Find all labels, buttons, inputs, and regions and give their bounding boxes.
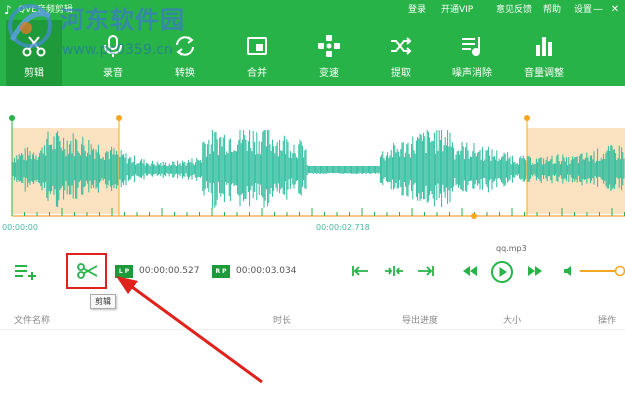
rewind-icon [463,266,477,276]
jump-end-button[interactable] [416,263,436,279]
extract-icon [373,32,429,60]
file-table-header: 文件名称 时长 导出进度 大小 操作 [0,312,625,330]
jump-start-button[interactable] [350,263,370,279]
speaker-icon [564,266,571,276]
tool-noise[interactable]: 噪声消除 [444,20,500,86]
end-point-badge: R P [212,265,230,278]
end-marker[interactable] [524,115,530,121]
vip-link[interactable]: 开通VIP [441,3,473,17]
col-export-progress: 导出进度 [402,316,439,326]
noise-icon [444,32,500,60]
highlight-box [66,253,107,289]
volume-button[interactable] [562,264,576,278]
tool-speed[interactable]: 变速 [301,20,357,86]
tool-speed-label: 变速 [319,68,339,79]
waveform-area[interactable] [0,86,625,220]
volume-bars-icon [516,32,572,60]
help-link[interactable]: 帮助 [543,3,561,17]
col-duration: 时长 [273,316,292,326]
time-mid-label: 00:00:02.718 [316,223,370,232]
feedback-link[interactable]: 意见反馈 [496,3,532,17]
split-icon [385,266,403,276]
watermark-text: 河东软件园 [60,5,185,34]
col-actions: 操作 [598,316,617,326]
rewind-button[interactable] [459,263,481,279]
fast-forward-icon [528,266,542,276]
waveform-canvas[interactable] [0,86,625,220]
end-time-value[interactable]: 00:00:03.034 [236,265,296,278]
play-button[interactable] [489,259,515,285]
app-window: ♪ QVE音频剪辑 登录 开通VIP 意见反馈 帮助 设置 — ✕ 剪辑 录音 [0,0,625,416]
tool-volume-label: 音量调整 [524,68,564,79]
file-name-label: qq.mp3 [496,244,527,253]
jump-end-icon [418,266,434,276]
play-icon [491,261,513,283]
file-list [0,331,625,416]
tool-record-label: 录音 [103,68,123,79]
watermark-logo-icon [8,4,52,48]
merge-icon [229,32,285,60]
settings-link[interactable]: 设置 [574,3,592,17]
tool-extract-label: 提取 [391,68,411,79]
close-button[interactable]: ✕ [609,3,621,17]
jump-start-icon [352,266,368,276]
split-button[interactable] [383,263,405,279]
add-file-button[interactable] [12,262,38,282]
tool-convert-label: 转换 [175,68,195,79]
tool-noise-label: 噪声消除 [452,68,492,79]
tool-extract[interactable]: 提取 [373,20,429,86]
col-size: 大小 [503,316,522,326]
tool-volume[interactable]: 音量调整 [516,20,572,86]
tool-merge-label: 合并 [247,68,267,79]
watermark-url: www.pc0359.cn [62,42,173,58]
time-start-label: 00:00:00 [2,223,38,232]
add-list-icon [15,265,36,280]
tool-cut-label: 剪辑 [24,68,44,79]
start-time-value[interactable]: 00:00:00.527 [139,265,199,278]
time-ruler: 00:00:00 00:00:02.718 [0,220,625,236]
start-marker[interactable] [116,115,122,121]
volume-slider[interactable] [580,265,625,277]
scrub-handle[interactable] [471,213,477,219]
tool-merge[interactable]: 合并 [229,20,285,86]
cut-tooltip: 剪辑 [90,294,116,309]
speed-icon [301,32,357,60]
fast-forward-button[interactable] [524,263,546,279]
volume-slider-handle[interactable] [614,265,625,277]
col-file-name: 文件名称 [14,316,51,326]
start-point-badge: L P [115,265,133,278]
login-link[interactable]: 登录 [408,3,426,17]
playhead-marker[interactable] [9,115,15,121]
minimize-button[interactable]: — [592,3,604,17]
